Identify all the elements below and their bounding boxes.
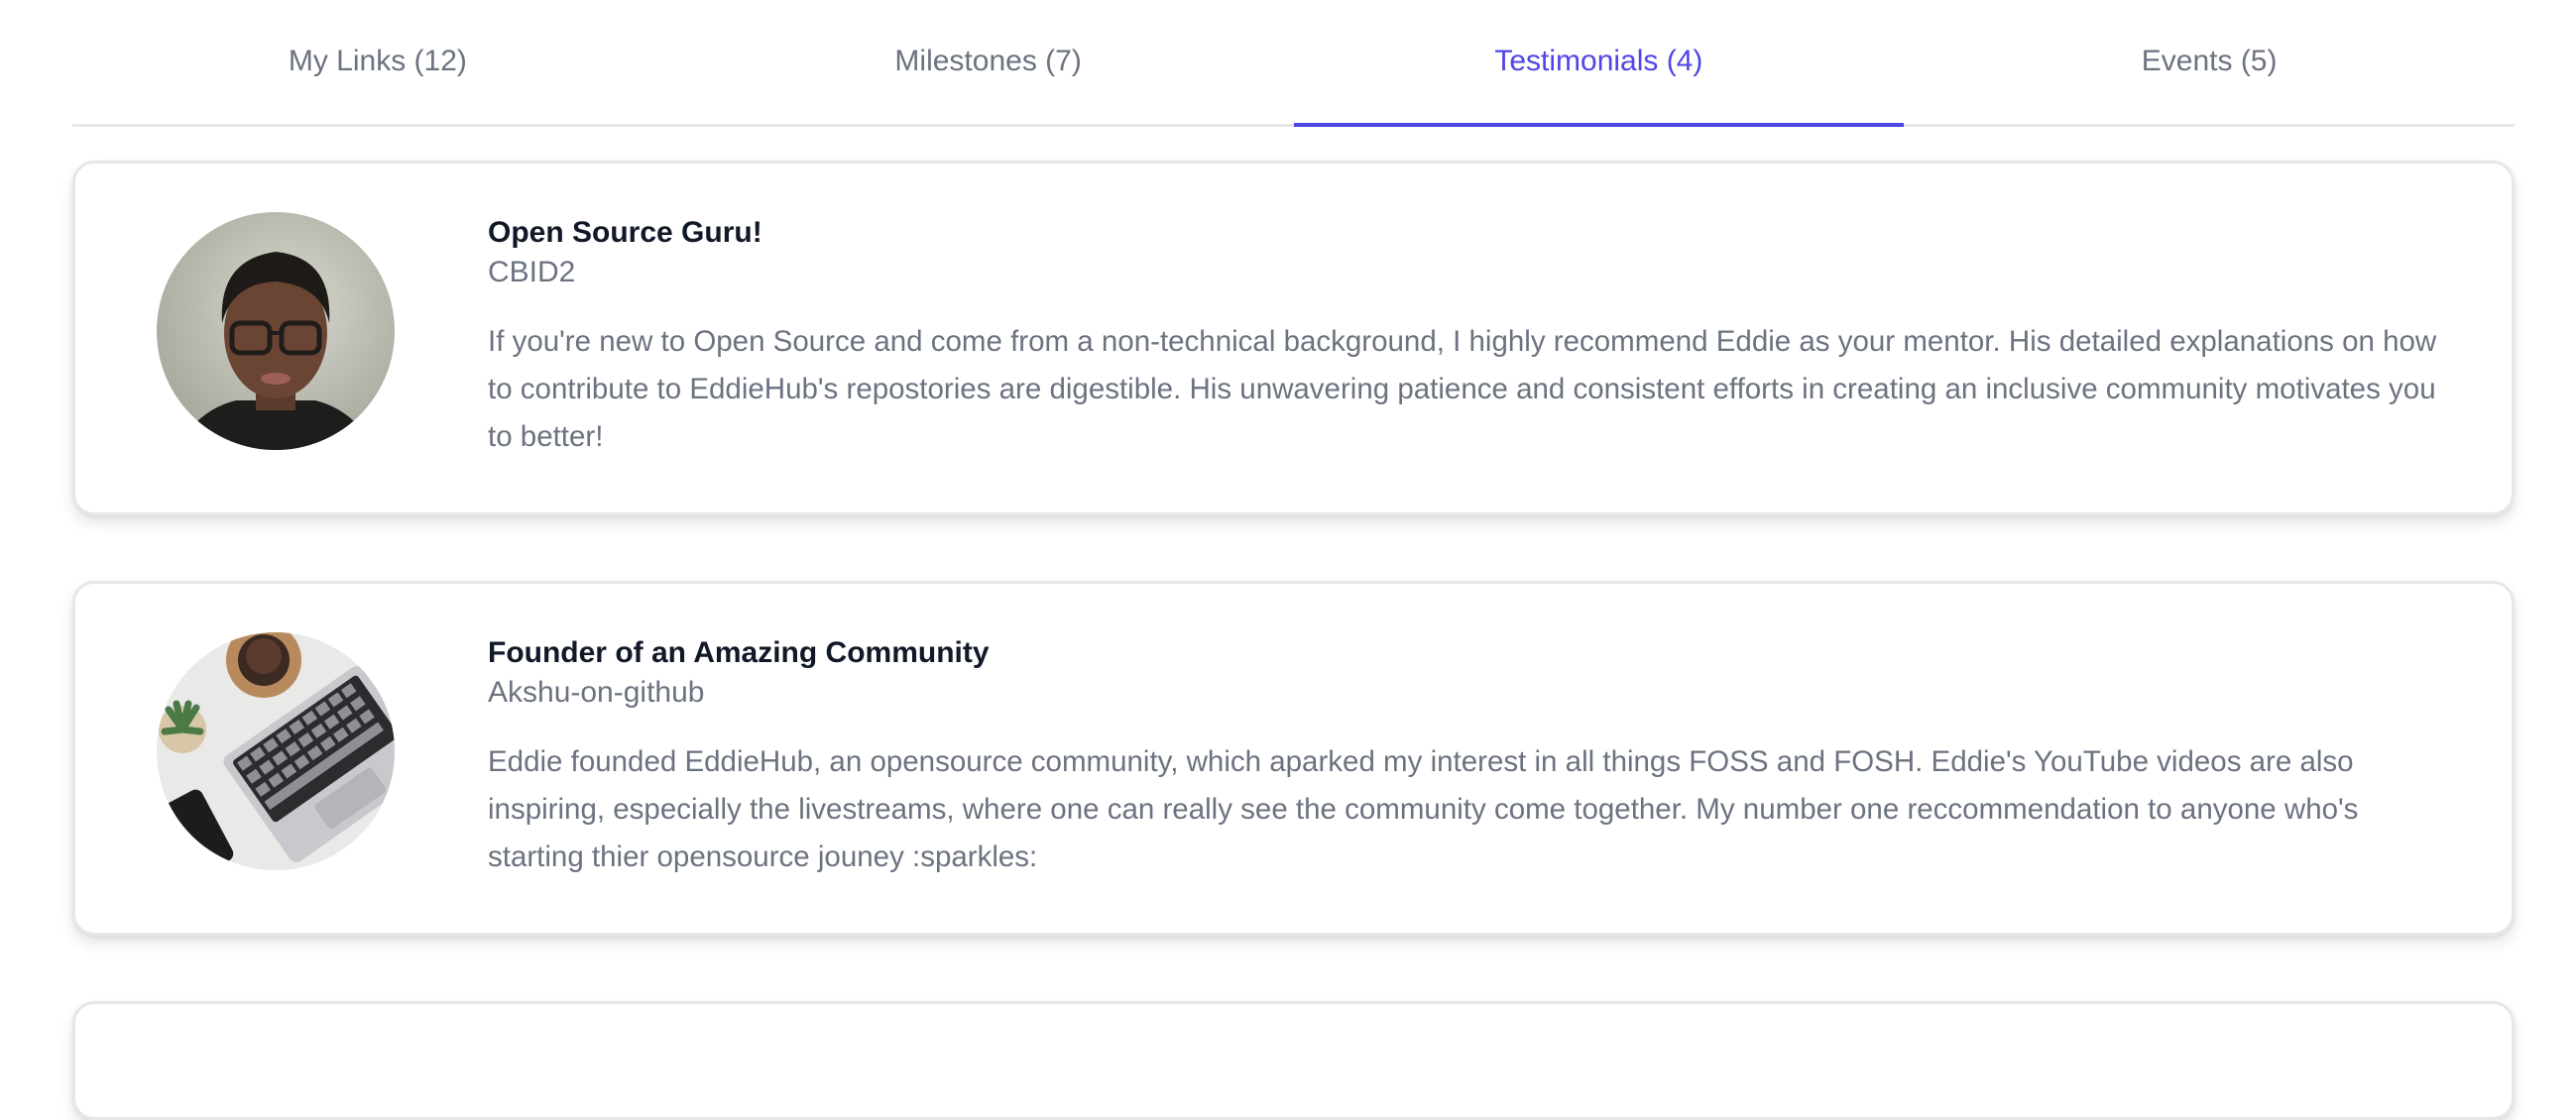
testimonial-card: Open Source Guru! CBID2 If you're new to…: [72, 161, 2515, 515]
tab-events[interactable]: Events (5): [1904, 0, 2515, 124]
testimonial-author[interactable]: Akshu-on-github: [488, 673, 2461, 713]
testimonial-card: [72, 1001, 2515, 1120]
tab-milestones[interactable]: Milestones (7): [683, 0, 1294, 124]
avatar: [157, 632, 395, 870]
person-portrait-icon: [157, 212, 395, 450]
tab-my-links[interactable]: My Links (12): [72, 0, 683, 124]
testimonial-description: Eddie founded EddieHub, an opensource co…: [488, 745, 2359, 873]
avatar: [157, 212, 395, 450]
testimonial-author[interactable]: CBID2: [488, 253, 2461, 292]
testimonial-description: If you're new to Open Source and come fr…: [488, 325, 2437, 453]
tab-testimonials[interactable]: Testimonials (4): [1293, 0, 1905, 127]
testimonial-card: Founder of an Amazing Community Akshu-on…: [72, 581, 2515, 936]
testimonial-title: Open Source Guru!: [488, 216, 762, 249]
testimonial-title: Founder of an Amazing Community: [488, 636, 990, 669]
tab-bar: My Links (12) Milestones (7) Testimonial…: [72, 0, 2515, 127]
laptop-desk-icon: [157, 632, 395, 870]
